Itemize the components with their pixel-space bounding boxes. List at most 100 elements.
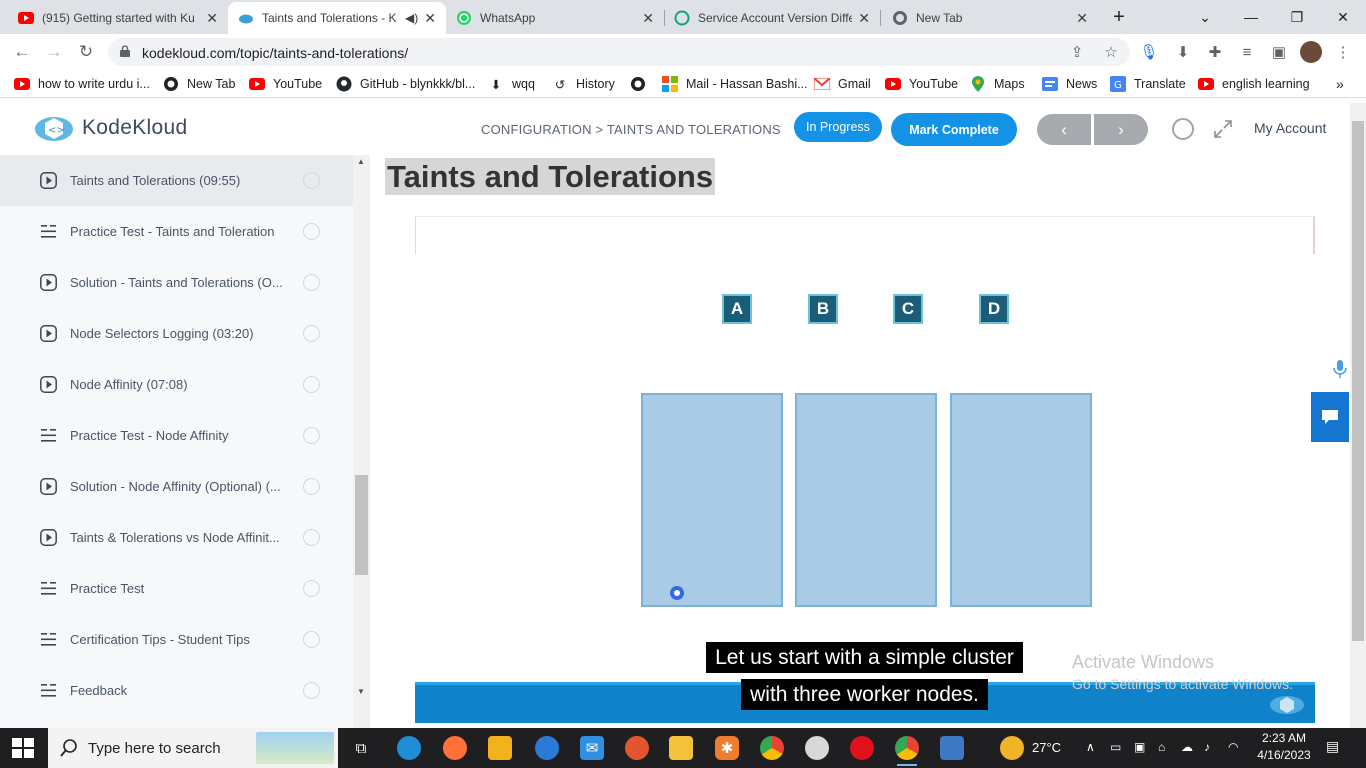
close-tab-icon[interactable]: ✕: [206, 10, 218, 27]
completion-circle-icon[interactable]: [303, 478, 320, 495]
scroll-down-arrow-icon[interactable]: ▼: [356, 687, 366, 696]
lesson-item[interactable]: Node Affinity (07:08): [0, 359, 353, 410]
microphone-extension-icon[interactable]: 🎙: [1139, 43, 1158, 61]
my-account-link[interactable]: My Account: [1254, 120, 1326, 136]
tab-chatgpt[interactable]: Service Account Version Diffe ✕: [664, 2, 880, 34]
show-hidden-icons-icon[interactable]: ∧: [1086, 740, 1095, 754]
bookmark-item[interactable]: GitHub - blynkkk/bl...: [336, 76, 475, 92]
wifi-icon[interactable]: ◠: [1228, 740, 1238, 754]
back-icon[interactable]: ←: [10, 40, 34, 64]
close-tab-icon[interactable]: ✕: [424, 10, 436, 27]
lesson-item[interactable]: Practice Test - Node Affinity: [0, 410, 353, 461]
completion-circle-icon[interactable]: [303, 172, 320, 189]
tab-search-icon[interactable]: ⌄: [1182, 4, 1228, 30]
download-extension-icon[interactable]: ⬇: [1174, 43, 1192, 61]
close-window-button[interactable]: ✕: [1320, 4, 1366, 30]
close-tab-icon[interactable]: ✕: [1076, 10, 1088, 27]
breadcrumb[interactable]: CONFIGURATION > TAINTS AND TOLERATIONS: [481, 122, 781, 137]
bookmark-item[interactable]: english learning: [1198, 76, 1310, 92]
bookmark-item[interactable]: [630, 76, 654, 92]
task-view-icon[interactable]: ⧉: [349, 736, 373, 760]
page-scrollbar-thumb[interactable]: [1352, 121, 1364, 641]
lesson-item[interactable]: Practice Test: [0, 563, 353, 614]
lesson-item[interactable]: Solution - Taints and Tolerations (O...: [0, 257, 353, 308]
tab-kodekloud[interactable]: Taints and Tolerations - K ◀) ✕: [228, 2, 446, 34]
lesson-item[interactable]: Practice Test - Taints and Toleration: [0, 206, 353, 257]
bookmark-star-icon[interactable]: ☆: [1102, 43, 1120, 61]
obs-icon[interactable]: [805, 736, 829, 760]
reading-list-icon[interactable]: ≡: [1238, 43, 1256, 61]
page-scrollbar[interactable]: [1350, 103, 1366, 728]
completion-circle-icon[interactable]: [303, 427, 320, 444]
bookmark-item[interactable]: Maps: [970, 76, 1025, 92]
bookmarks-overflow-icon[interactable]: »: [1336, 76, 1344, 92]
chat-button[interactable]: [1311, 392, 1349, 442]
completion-circle-icon[interactable]: [303, 223, 320, 240]
bookmark-item[interactable]: how to write urdu i...: [14, 76, 150, 92]
forward-icon[interactable]: →: [42, 40, 66, 64]
completion-circle-icon[interactable]: [303, 529, 320, 546]
windows-start-icon[interactable]: [12, 738, 34, 758]
address-bar[interactable]: kodekloud.com/topic/taints-and-toleratio…: [108, 38, 1130, 66]
new-tab-button[interactable]: +: [1096, 4, 1142, 30]
settings-app-icon[interactable]: ✱: [715, 736, 739, 760]
file-explorer-icon[interactable]: [669, 736, 693, 760]
clock-date[interactable]: 4/16/2023: [1254, 748, 1314, 762]
usb-icon[interactable]: ⌂: [1158, 740, 1165, 754]
mail-icon[interactable]: ✉: [580, 736, 604, 760]
weather-icon[interactable]: [1000, 736, 1024, 760]
bookmark-item[interactable]: ↺ History: [552, 76, 615, 92]
completion-circle-icon[interactable]: [303, 682, 320, 699]
scroll-up-arrow-icon[interactable]: ▲: [356, 157, 366, 166]
completion-circle-icon[interactable]: [303, 376, 320, 393]
opera-icon[interactable]: [850, 736, 874, 760]
taskbar-search-box[interactable]: Type here to search: [48, 728, 338, 768]
clock-time[interactable]: 2:23 AM: [1259, 731, 1309, 745]
bookmark-item[interactable]: YouTube: [249, 76, 322, 92]
previous-lesson-button[interactable]: ‹: [1037, 114, 1091, 145]
mark-complete-button[interactable]: Mark Complete: [891, 113, 1017, 146]
bookmark-item[interactable]: G Translate: [1110, 76, 1186, 92]
firefox-icon[interactable]: [443, 736, 467, 760]
chrome-icon[interactable]: [760, 736, 784, 760]
bookmark-item[interactable]: Gmail: [814, 76, 871, 92]
bookmark-item[interactable]: News: [1042, 76, 1097, 92]
bookmark-item[interactable]: YouTube: [885, 76, 958, 92]
logo[interactable]: <> KodeKloud: [34, 114, 187, 142]
dark-mode-icon[interactable]: [1171, 117, 1195, 141]
completion-circle-icon[interactable]: [303, 580, 320, 597]
side-panel-icon[interactable]: ▣: [1270, 43, 1288, 61]
menu-icon[interactable]: ⋮: [1334, 43, 1352, 61]
minimize-button[interactable]: —: [1228, 4, 1274, 30]
bookmark-item[interactable]: ⬇ wqq: [488, 76, 535, 92]
volume-icon[interactable]: ♪: [1204, 740, 1210, 754]
completion-circle-icon[interactable]: [303, 631, 320, 648]
skype-icon[interactable]: [535, 736, 559, 760]
completion-circle-icon[interactable]: [303, 325, 320, 342]
battery-icon[interactable]: ▭: [1110, 740, 1121, 754]
tab-youtube[interactable]: (915) Getting started with Ku ✕: [8, 2, 228, 34]
bookmark-item[interactable]: Mail - Hassan Bashi...: [662, 76, 808, 92]
sidebar-scrollbar-thumb[interactable]: [355, 475, 368, 575]
lesson-item[interactable]: Taints and Tolerations (09:55): [0, 155, 353, 206]
restore-button[interactable]: ❐: [1274, 4, 1320, 30]
lesson-item[interactable]: Taints & Tolerations vs Node Affinit...: [0, 512, 353, 563]
bookmark-item[interactable]: New Tab: [163, 76, 235, 92]
speaker-icon[interactable]: ◀): [405, 11, 418, 25]
lesson-item[interactable]: Certification Tips - Student Tips: [0, 614, 353, 665]
reload-icon[interactable]: ↻: [74, 40, 98, 64]
microsoft-store-icon[interactable]: [488, 736, 512, 760]
sidebar-scrollbar[interactable]: [353, 155, 370, 728]
in-progress-button[interactable]: In Progress: [794, 112, 882, 142]
photos-icon[interactable]: [940, 736, 964, 760]
extensions-icon[interactable]: ✚: [1206, 43, 1224, 61]
lesson-item[interactable]: Solution - Node Affinity (Optional) (...: [0, 461, 353, 512]
close-tab-icon[interactable]: ✕: [858, 10, 870, 27]
share-icon[interactable]: ⇪: [1068, 43, 1086, 61]
close-tab-icon[interactable]: ✕: [642, 10, 654, 27]
app-icon[interactable]: [625, 736, 649, 760]
network-device-icon[interactable]: ▣: [1134, 740, 1145, 754]
profile-avatar[interactable]: [1300, 41, 1322, 63]
completion-circle-icon[interactable]: [303, 274, 320, 291]
notifications-icon[interactable]: ▤: [1326, 738, 1339, 755]
